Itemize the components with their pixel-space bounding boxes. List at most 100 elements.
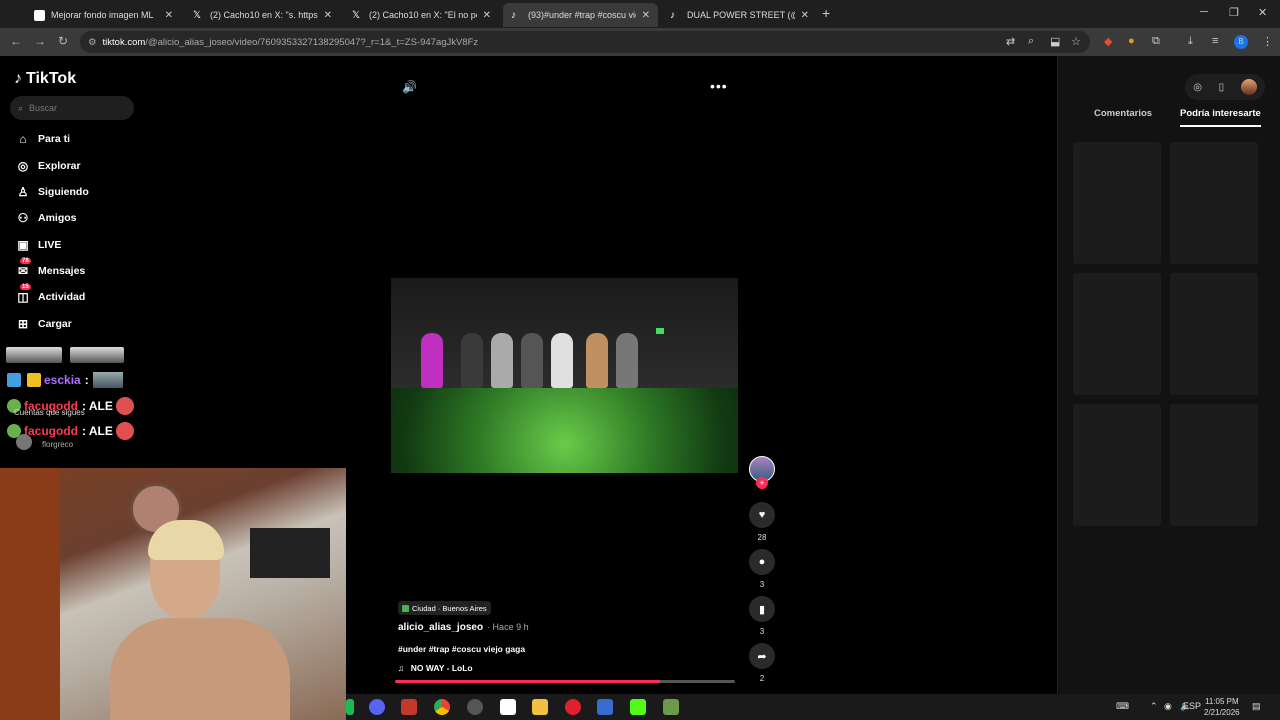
coins-icon[interactable]: ◎ <box>1193 82 1202 93</box>
avatar[interactable] <box>16 434 32 450</box>
sidebar-item-cargar[interactable]: ⊞ Cargar <box>14 317 72 331</box>
suggested-video-card[interactable] <box>1073 404 1161 526</box>
share-count: 2 <box>759 674 765 683</box>
search-input[interactable] <box>29 103 120 113</box>
language-indicator[interactable]: ESP <box>1183 701 1201 711</box>
kick-icon[interactable] <box>630 699 646 715</box>
comment-button[interactable]: ● 3 <box>749 549 775 589</box>
author-username[interactable]: alicio_alias_joseo <box>398 622 483 633</box>
network-icon[interactable]: ◉ <box>1164 701 1172 712</box>
crown-emote-icon <box>27 373 41 387</box>
suggested-video-card[interactable] <box>1170 273 1258 395</box>
device-icon[interactable]: ▯ <box>1219 82 1225 93</box>
close-tab-icon[interactable]: ✕ <box>324 10 332 21</box>
tiktok-logo[interactable]: ♪ TikTok <box>14 70 76 88</box>
discord-icon[interactable] <box>369 699 385 715</box>
keyboard-icon[interactable]: ⌨ <box>1116 701 1129 712</box>
suggested-video-card[interactable] <box>1170 142 1258 264</box>
profile-avatar-icon[interactable]: B <box>1234 35 1248 49</box>
sidebar-item-label: Mensajes <box>38 265 86 277</box>
sidebar-item-amigos[interactable]: ⚇ Amigos <box>14 211 77 225</box>
browser-tab-3[interactable]: 𝕏 (2) Cacho10 en X: "El no perdió ✕ <box>344 3 499 27</box>
sidebar-item-siguiendo[interactable]: ♙ Siguiendo <box>14 185 89 199</box>
location-tag[interactable]: Ciudad · Buenos Aires <box>398 601 491 615</box>
like-count: 28 <box>757 533 767 542</box>
browser-tab-2[interactable]: 𝕏 (2) Cacho10 en X: "s. https://t.co ✕ <box>185 3 340 27</box>
sidebar-item-actividad[interactable]: ◫ 15 Actividad <box>14 284 85 304</box>
suggested-video-card[interactable] <box>1170 404 1258 526</box>
browser-tab-4-active[interactable]: ♪ (93)#under #trap #coscu viejo g ✕ <box>503 3 658 27</box>
x-logo-icon: 𝕏 <box>193 9 202 21</box>
activity-icon: ◫ 15 <box>17 284 31 304</box>
sidebar-item-para-ti[interactable]: ⌂ Para ti <box>14 132 70 146</box>
sidebar-item-mensajes[interactable]: ✉ 78 Mensajes <box>14 258 86 278</box>
suggested-video-card[interactable] <box>1073 142 1161 264</box>
suggested-account-name[interactable]: florgreco <box>42 440 73 449</box>
clock-date: 2/21/2026 <box>1204 708 1240 717</box>
sidebar-item-live[interactable]: ▣ LIVE <box>14 238 61 252</box>
follow-plus-icon[interactable]: + <box>756 477 768 489</box>
home-icon: ⌂ <box>19 132 27 146</box>
share-icon[interactable]: ➦ <box>749 643 775 669</box>
reading-list-icon[interactable]: ≡ <box>1212 35 1218 47</box>
zoom-icon[interactable]: ⌕ <box>1028 35 1034 48</box>
save-button[interactable]: ▮ 3 <box>749 596 775 636</box>
bookmark-icon[interactable]: ▮ <box>749 596 775 622</box>
extensions-puzzle-icon[interactable]: ⧉ <box>1152 35 1160 48</box>
new-tab-button[interactable]: + <box>822 5 830 21</box>
taskbar-clock[interactable]: 11:05 PM 2/21/2026 <box>1204 696 1240 718</box>
close-tab-icon[interactable]: ✕ <box>483 10 491 21</box>
volume-icon[interactable]: 🔊 <box>402 80 417 94</box>
video-caption[interactable]: #under #trap #coscu viejo gaga <box>398 644 525 654</box>
bookmark-star-icon[interactable]: ☆ <box>1071 35 1081 48</box>
notifications-icon[interactable]: ▤ <box>1252 701 1261 712</box>
search-box[interactable]: ⌕ <box>10 96 134 120</box>
site-info-icon[interactable]: ⚙ <box>88 37 97 48</box>
restore-icon[interactable]: ❐ <box>1229 6 1239 19</box>
extension-icon[interactable]: ● <box>1128 35 1135 47</box>
location-text: Ciudad · Buenos Aires <box>412 603 487 613</box>
spotify-icon[interactable] <box>346 699 354 715</box>
forward-icon[interactable]: → <box>34 34 46 48</box>
chrome-icon[interactable] <box>434 699 450 715</box>
tray-chevron-icon[interactable]: ⌃ <box>1150 701 1158 712</box>
app-icon[interactable] <box>500 699 516 715</box>
tab-comentarios[interactable]: Comentarios <box>1094 108 1152 119</box>
video-progress-bar[interactable] <box>395 680 735 683</box>
chat-username: esckia <box>44 373 81 387</box>
voicemeeter-icon[interactable] <box>401 699 417 715</box>
save-count: 3 <box>759 627 765 636</box>
close-tab-icon[interactable]: ✕ <box>165 10 173 21</box>
opera-icon[interactable] <box>565 699 581 715</box>
comment-icon[interactable]: ● <box>749 549 775 575</box>
tab-podria-interesarte[interactable]: Podría interesarte <box>1180 108 1261 127</box>
minimize-icon[interactable]: ─ <box>1200 6 1208 18</box>
install-icon[interactable]: ⬓ <box>1050 35 1060 48</box>
avatar[interactable] <box>1240 79 1257 95</box>
app-icon[interactable] <box>597 699 613 715</box>
reload-icon[interactable]: ↻ <box>58 34 68 48</box>
music-line[interactable]: ♫ NO WAY - LoLo <box>398 663 473 673</box>
app-icon[interactable] <box>663 699 679 715</box>
suggested-video-card[interactable] <box>1073 273 1161 395</box>
address-bar[interactable]: ⚙ tiktok.com/@alicio_alias_joseo/video/7… <box>80 31 1090 53</box>
browser-tab-1[interactable]: Mejorar fondo imagen ML ✕ <box>26 3 181 27</box>
back-icon[interactable]: ← <box>10 34 22 48</box>
more-options-icon[interactable]: ••• <box>710 78 728 94</box>
webcam-background <box>0 468 60 720</box>
menu-dots-icon[interactable]: ⋮ <box>1262 35 1273 48</box>
downloads-icon[interactable]: ⤓ <box>1188 35 1193 48</box>
close-tab-icon[interactable]: ✕ <box>642 10 650 21</box>
close-tab-icon[interactable]: ✕ <box>801 10 809 21</box>
browser-tab-5[interactable]: ♪ DUAL POWER STREET (@dualp ✕ <box>662 3 817 27</box>
extension-icon[interactable]: ◆ <box>1104 35 1112 48</box>
heart-icon[interactable]: ♥ <box>749 502 775 528</box>
share-button[interactable]: ➦ 2 <box>749 643 775 683</box>
close-window-icon[interactable]: ✕ <box>1258 6 1267 19</box>
file-explorer-icon[interactable] <box>532 699 548 715</box>
translate-icon[interactable]: ⇄ <box>1006 35 1015 48</box>
obs-icon[interactable] <box>467 699 483 715</box>
video-player[interactable] <box>391 278 738 473</box>
sidebar-item-explorar[interactable]: ◎ Explorar <box>14 159 81 173</box>
like-button[interactable]: ♥ 28 <box>749 502 775 542</box>
